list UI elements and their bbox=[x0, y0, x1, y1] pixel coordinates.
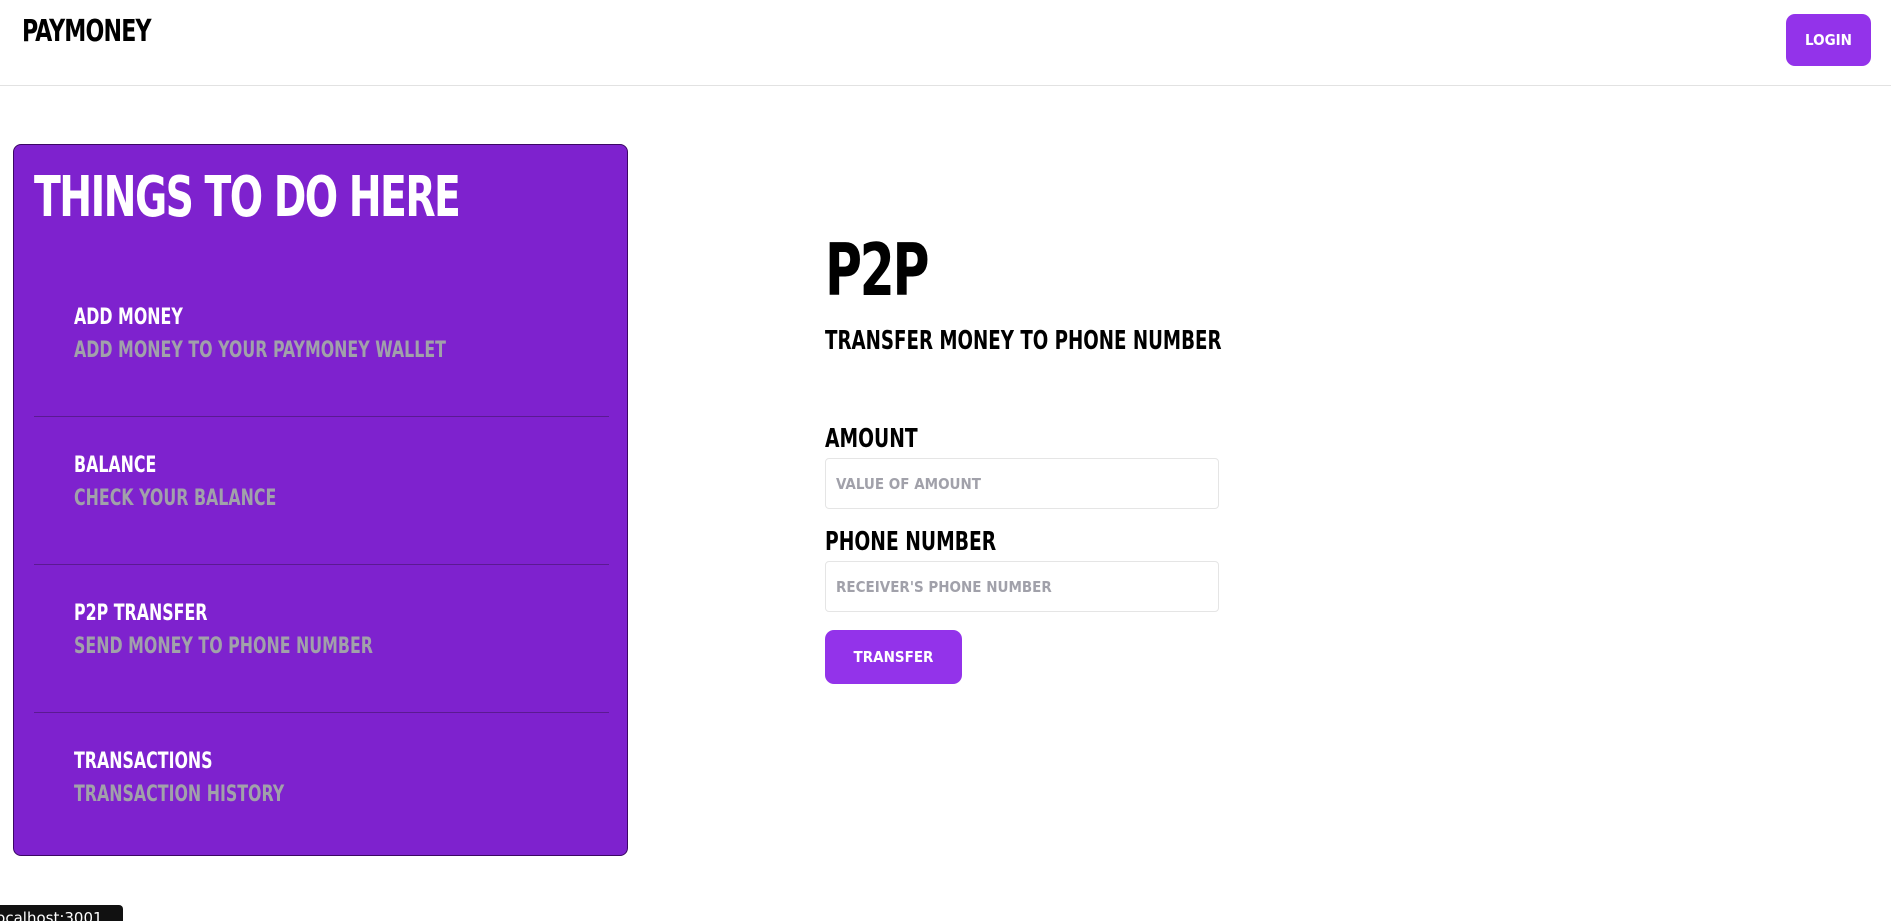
menu-item-title: ADD MONEY bbox=[74, 305, 183, 330]
menu-item-title: TRANSACTIONS bbox=[74, 749, 213, 774]
amount-input[interactable] bbox=[825, 458, 1219, 509]
menu-item-transactions[interactable]: TRANSACTIONS TRANSACTION HISTORY bbox=[34, 713, 609, 861]
p2p-form: P2P TRANSFER MONEY TO PHONE NUMBER AMOUN… bbox=[825, 230, 1325, 684]
login-button[interactable]: LOGIN bbox=[1786, 14, 1871, 66]
phone-number-label: PHONE NUMBER bbox=[825, 527, 997, 557]
menu-item-title: P2P TRANSFER bbox=[74, 601, 208, 626]
page-subtitle: TRANSFER MONEY TO PHONE NUMBER bbox=[825, 326, 1222, 356]
amount-label: AMOUNT bbox=[825, 424, 918, 454]
menu-item-p2p-transfer[interactable]: P2P TRANSFER SEND MONEY TO PHONE NUMBER bbox=[34, 565, 609, 713]
menu-item-description: CHECK YOUR BALANCE bbox=[74, 486, 277, 511]
brand-logo[interactable]: PAYMONEY bbox=[22, 14, 152, 49]
menu-item-description: TRANSACTION HISTORY bbox=[74, 782, 285, 807]
phone-number-input[interactable] bbox=[825, 561, 1219, 612]
action-menu: ADD MONEY ADD MONEY TO YOUR PAYMONEY WAL… bbox=[34, 269, 609, 861]
menu-item-add-money[interactable]: ADD MONEY ADD MONEY TO YOUR PAYMONEY WAL… bbox=[34, 269, 609, 417]
things-to-do-panel: THINGS TO DO HERE ADD MONEY ADD MONEY TO… bbox=[13, 144, 628, 856]
page-title: P2P bbox=[825, 228, 930, 312]
status-bar-url: localhost:3001 bbox=[0, 905, 123, 921]
menu-item-balance[interactable]: BALANCE CHECK YOUR BALANCE bbox=[34, 417, 609, 565]
menu-item-description: SEND MONEY TO PHONE NUMBER bbox=[74, 634, 374, 659]
transfer-button[interactable]: TRANSFER bbox=[825, 630, 962, 684]
menu-item-description: ADD MONEY TO YOUR PAYMONEY WALLET bbox=[74, 338, 446, 363]
panel-title: THINGS TO DO HERE bbox=[34, 165, 461, 230]
menu-item-title: BALANCE bbox=[74, 453, 157, 478]
top-navbar: PAYMONEY LOGIN bbox=[0, 0, 1891, 86]
